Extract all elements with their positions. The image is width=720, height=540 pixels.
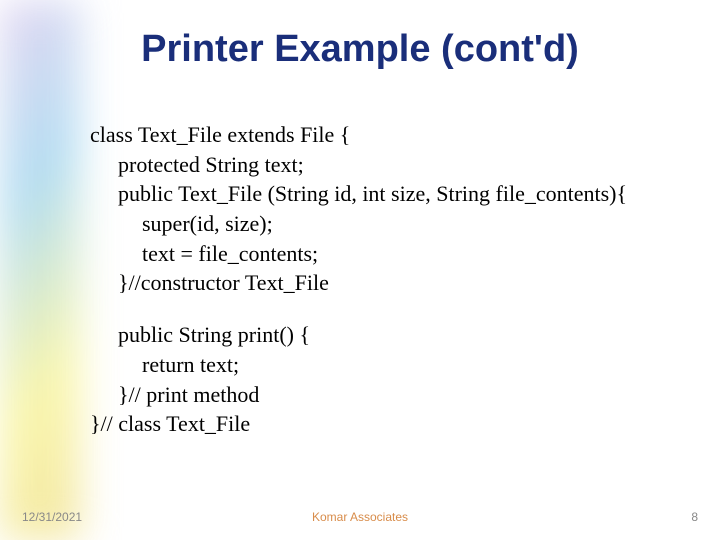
code-line: public Text_File (String id, int size, S… (90, 179, 627, 209)
code-line: class Text_File extends File { (90, 120, 627, 150)
code-line: }// print method (90, 380, 627, 410)
code-line: text = file_contents; (90, 239, 627, 269)
code-line: }// class Text_File (90, 409, 627, 439)
code-line: }//constructor Text_File (90, 268, 627, 298)
footer-author: Komar Associates (0, 510, 720, 524)
slide-background-gradient (0, 0, 80, 540)
code-line: return text; (90, 350, 627, 380)
code-line: public String print() { (90, 320, 627, 350)
footer-page-number: 8 (691, 510, 698, 524)
code-block: class Text_File extends File { protected… (90, 120, 627, 439)
slide-title: Printer Example (cont'd) (0, 28, 720, 71)
blank-line (90, 298, 627, 320)
code-line: super(id, size); (90, 209, 627, 239)
code-line: protected String text; (90, 150, 627, 180)
